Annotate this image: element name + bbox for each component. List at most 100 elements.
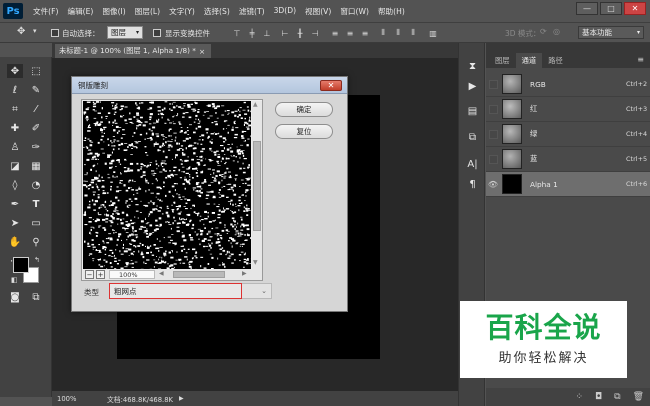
menu-3d[interactable]: 3D(D) xyxy=(274,6,296,17)
quick-mask-icon[interactable]: ◙ xyxy=(7,290,23,304)
preview-vscroll-thumb[interactable] xyxy=(253,141,261,231)
load-selection-icon[interactable]: ⁘ xyxy=(575,392,583,402)
align-right-icon[interactable]: ⊣ xyxy=(310,28,320,38)
distribute-top-icon[interactable]: ≡ xyxy=(330,28,340,38)
scroll-right-icon[interactable]: ▶ xyxy=(242,270,247,277)
close-tab-icon[interactable]: × xyxy=(199,47,205,56)
move-tool-icon[interactable]: ✥ xyxy=(7,64,23,78)
crop-tool-icon[interactable]: ⌗ xyxy=(7,102,23,116)
type-tool-icon[interactable]: T xyxy=(28,197,44,211)
channel-row-red[interactable]: 红 Ctrl+3 xyxy=(486,97,650,122)
distribute-bottom-icon[interactable]: ≡ xyxy=(360,28,370,38)
properties-panel-icon[interactable]: ▤ xyxy=(465,104,480,118)
scroll-left-icon[interactable]: ◀ xyxy=(159,270,164,277)
blur-tool-icon[interactable]: ◊ xyxy=(7,178,23,192)
menu-help[interactable]: 帮助(H) xyxy=(378,6,405,17)
swap-colors-icon[interactable]: ↰ xyxy=(34,256,40,264)
auto-align-icon[interactable]: ▥ xyxy=(428,28,438,38)
status-menu-arrow-icon[interactable]: ▶ xyxy=(179,395,184,402)
reset-button[interactable]: 复位 xyxy=(275,124,333,139)
menu-select[interactable]: 选择(S) xyxy=(204,6,230,17)
distribute-hcenter-icon[interactable]: ⫴ xyxy=(393,28,403,38)
move-tool-icon[interactable]: ✥ xyxy=(17,26,25,37)
zoom-out-button[interactable]: − xyxy=(85,270,94,279)
visibility-toggle[interactable] xyxy=(486,122,500,146)
scroll-down-icon[interactable]: ▼ xyxy=(253,259,258,266)
zoom-tool-icon[interactable]: ⚲ xyxy=(28,235,44,249)
foreground-color-swatch[interactable] xyxy=(13,257,29,273)
eyedropper-tool-icon[interactable]: ⁄ xyxy=(28,102,44,116)
menu-filter[interactable]: 滤镜(T) xyxy=(239,6,265,17)
lasso-tool-icon[interactable]: ℓ xyxy=(7,83,23,97)
type-dropdown[interactable]: 粗网点 xyxy=(109,283,242,299)
pen-tool-icon[interactable]: ✒ xyxy=(7,197,23,211)
align-bottom-icon[interactable]: ⊥ xyxy=(262,28,272,38)
document-tab[interactable]: 未标题-1 @ 100% (图层 1, Alpha 1/8) * × xyxy=(55,44,211,58)
visibility-toggle[interactable] xyxy=(486,72,500,96)
zoom-in-button[interactable]: + xyxy=(96,270,105,279)
visibility-toggle[interactable] xyxy=(486,147,500,171)
distribute-left-icon[interactable]: ⫴ xyxy=(378,28,388,38)
menu-type[interactable]: 文字(Y) xyxy=(169,6,195,17)
align-hcenter-icon[interactable]: ╫ xyxy=(295,28,305,38)
history-panel-icon[interactable]: ⧗ xyxy=(465,59,480,73)
channel-row-rgb[interactable]: RGB Ctrl+2 xyxy=(486,72,650,97)
menu-edit[interactable]: 编辑(E) xyxy=(67,6,93,17)
paragraph-panel-icon[interactable]: ¶ xyxy=(465,177,480,191)
new-channel-icon[interactable]: ⧉ xyxy=(614,392,620,402)
screen-mode-icon[interactable]: ⧉ xyxy=(28,290,44,304)
tool-preset-chevron-icon[interactable]: ▾ xyxy=(33,27,37,35)
clone-source-panel-icon[interactable]: ⧉ xyxy=(465,130,480,144)
restore-button[interactable]: □ xyxy=(600,2,622,15)
gradient-tool-icon[interactable]: ▦ xyxy=(28,159,44,173)
character-panel-icon[interactable]: A| xyxy=(465,157,480,171)
menu-file[interactable]: 文件(F) xyxy=(33,6,58,17)
tab-layers[interactable]: 图层 xyxy=(489,53,516,68)
workspace-dropdown[interactable]: 基本功能 ▾ xyxy=(578,26,644,39)
align-top-icon[interactable]: ⊤ xyxy=(232,28,242,38)
quick-select-tool-icon[interactable]: ✎ xyxy=(28,83,44,97)
clone-stamp-tool-icon[interactable]: ♙ xyxy=(7,140,23,154)
default-colors-icon[interactable]: ◧ xyxy=(11,276,18,284)
align-left-icon[interactable]: ⊢ xyxy=(280,28,290,38)
preview-zoom-field[interactable]: 100% xyxy=(109,270,155,279)
preview-vertical-scrollbar[interactable]: ▲ ▼ xyxy=(252,101,262,269)
show-transform-checkbox[interactable] xyxy=(153,29,161,37)
dialog-title-bar[interactable]: 铜版雕刻 xyxy=(72,77,347,94)
panel-menu-icon[interactable]: ≡ xyxy=(637,55,644,64)
menu-layer[interactable]: 图层(L) xyxy=(135,6,160,17)
auto-select-checkbox[interactable] xyxy=(51,29,59,37)
channel-row-alpha[interactable]: 👁 Alpha 1 Ctrl+6 xyxy=(486,172,650,197)
healing-brush-tool-icon[interactable]: ✚ xyxy=(7,121,23,135)
dodge-tool-icon[interactable]: ◔ xyxy=(28,178,44,192)
3d-orbit-icon[interactable]: ⟳ xyxy=(540,27,547,36)
tab-channels[interactable]: 通道 xyxy=(515,53,543,68)
channel-row-blue[interactable]: 蓝 Ctrl+5 xyxy=(486,147,650,172)
align-vcenter-icon[interactable]: ╪ xyxy=(247,28,257,38)
visibility-toggle[interactable] xyxy=(486,97,500,121)
actions-panel-icon[interactable]: ▶ xyxy=(465,79,480,93)
dialog-close-button[interactable]: ✕ xyxy=(320,80,342,91)
eraser-tool-icon[interactable]: ◪ xyxy=(7,159,23,173)
distribute-right-icon[interactable]: ⫴ xyxy=(408,28,418,38)
minimize-button[interactable]: — xyxy=(576,2,598,15)
history-brush-tool-icon[interactable]: ✑ xyxy=(28,140,44,154)
visibility-toggle[interactable]: 👁 xyxy=(486,172,500,196)
delete-channel-icon[interactable]: 🗑 xyxy=(633,392,644,402)
tab-paths[interactable]: 路径 xyxy=(542,53,569,68)
brush-tool-icon[interactable]: ✐ xyxy=(28,121,44,135)
save-selection-icon[interactable]: ◘ xyxy=(595,392,602,402)
marquee-tool-icon[interactable]: ⬚ xyxy=(28,64,44,78)
menu-view[interactable]: 视图(V) xyxy=(305,6,331,17)
filter-preview[interactable] xyxy=(83,101,251,269)
zoom-level[interactable]: 100% xyxy=(57,395,99,403)
preview-hscroll-thumb[interactable] xyxy=(173,271,225,278)
hand-tool-icon[interactable]: ✋ xyxy=(7,235,23,249)
close-window-button[interactable]: ✕ xyxy=(624,2,646,15)
3d-roll-icon[interactable]: ◎ xyxy=(553,27,560,36)
type-dropdown-arrow[interactable]: ⌄ xyxy=(242,283,272,299)
rectangle-tool-icon[interactable]: ▭ xyxy=(28,216,44,230)
menu-image[interactable]: 图像(I) xyxy=(102,6,125,17)
ok-button[interactable]: 确定 xyxy=(275,102,333,117)
scroll-up-icon[interactable]: ▲ xyxy=(253,101,258,108)
